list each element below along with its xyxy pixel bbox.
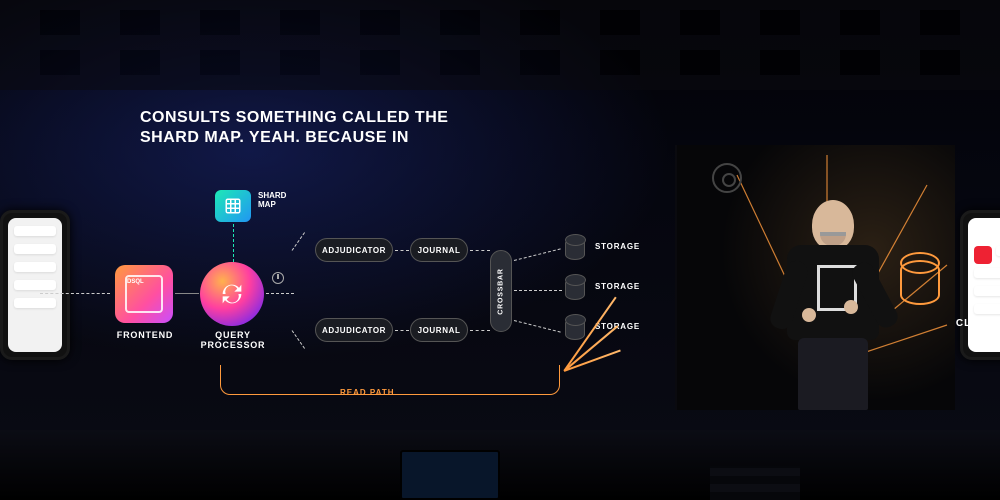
connector [233,224,234,262]
query-processor-label: QUERY PROCESSOR [188,330,278,350]
shard-map-label: SHARD MAP [258,192,286,210]
client-label: CLIENT [956,318,998,329]
adjudicator-node-2: ADJUDICATOR [315,318,393,342]
crossbar-node: CROSSBAR [490,250,512,332]
storage-cylinder-icon [565,238,585,260]
storage-cylinder-icon [565,278,585,300]
connector [514,290,562,291]
ring-icon [712,163,742,193]
phone-screen [968,218,1000,352]
connector [175,293,199,294]
adjudicator-node-1: ADJUDICATOR [315,238,393,262]
read-path-label: READ PATH [340,388,394,397]
storage-label-1: STORAGE [595,242,640,251]
phone-mockup-right [960,210,1000,360]
shard-map-node [215,190,251,222]
ceiling-truss [0,0,1000,90]
connector-orange [564,350,621,372]
query-processor-node [200,262,264,326]
connector [292,232,305,251]
dsql-icon: DSQL [127,279,144,285]
sync-icon [218,280,246,308]
connector [266,293,294,294]
connector [395,330,409,331]
connector [40,293,110,294]
connector [395,250,409,251]
connector [292,330,305,349]
presenter-video-panel [675,145,955,410]
stage-steps [710,466,800,500]
grid-icon [224,197,242,215]
storage-cylinder-large-icon [900,260,940,305]
live-caption: CONSULTS SOMETHING CALLED THE SHARD MAP.… [140,108,448,148]
frontend-label: FRONTEND [110,330,180,340]
journal-node-1: JOURNAL [410,238,468,262]
presenter-figure [772,190,892,410]
storage-cylinder-icon [565,318,585,340]
architecture-diagram: DSQL FRONTEND SHARD MAP QUERY PROCESSOR … [60,170,660,430]
phone-accent-icon [974,246,992,264]
caption-line-2: SHARD MAP. YEAH. BECAUSE IN [140,128,448,148]
connector [514,320,561,333]
stage-background: CONSULTS SOMETHING CALLED THE SHARD MAP.… [0,0,1000,500]
connector [514,248,561,261]
clock-icon [272,272,284,284]
frontend-node: DSQL [115,265,173,323]
confidence-monitor [400,450,500,500]
stage-floor [0,430,1000,500]
storage-label-2: STORAGE [595,282,640,291]
caption-line-1: CONSULTS SOMETHING CALLED THE [140,108,448,128]
connector [470,330,490,331]
journal-node-2: JOURNAL [410,318,468,342]
connector [470,250,490,251]
phone-screen [8,218,62,352]
